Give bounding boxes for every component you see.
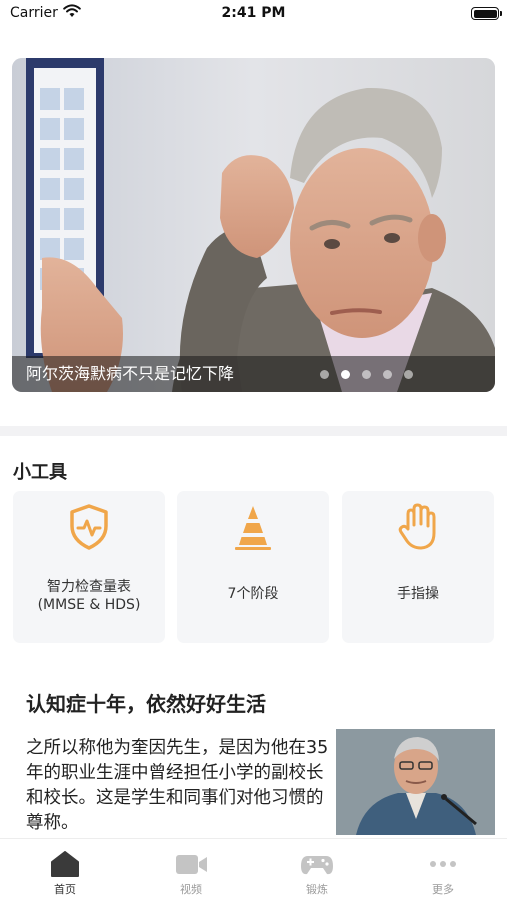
carousel-dot-1[interactable] xyxy=(320,370,329,379)
carousel-dot-5[interactable] xyxy=(404,370,413,379)
tab-home[interactable]: 首页 xyxy=(2,839,128,900)
tab-exercise[interactable]: 锻炼 xyxy=(254,839,380,900)
tab-label: 更多 xyxy=(432,883,454,896)
tab-label: 锻炼 xyxy=(306,883,328,896)
tools-section-title: 小工具 xyxy=(13,462,67,483)
status-bar: Carrier 2:41 PM xyxy=(0,0,507,26)
section-divider xyxy=(0,426,507,436)
tool-label-line2: (MMSE & HDS) xyxy=(37,597,141,613)
home-icon xyxy=(51,851,79,877)
tool-label-line1: 智力检查量表 xyxy=(47,579,131,595)
banner-photo xyxy=(12,58,495,392)
banner-carousel[interactable]: 阿尔茨海默病不只是记忆下降 xyxy=(12,58,495,392)
article-body[interactable]: 之所以称他为奎因先生，是因为他在35年的职业生涯中曾经担任小学的副校长和校长。这… xyxy=(26,736,331,836)
battery-icon xyxy=(471,7,502,20)
video-camera-icon xyxy=(176,855,207,874)
article-thumbnail[interactable] xyxy=(336,729,495,835)
tool-card-7-stages[interactable]: 7个阶段 xyxy=(177,491,329,643)
tool-card-mmse-hds[interactable]: 智力检查量表 (MMSE & HDS) xyxy=(13,491,165,643)
banner-caption: 阿尔茨海默病不只是记忆下降 xyxy=(26,364,235,383)
tab-video[interactable]: 视频 xyxy=(128,839,254,900)
article-title[interactable]: 认知症十年，依然好好生活 xyxy=(26,688,266,717)
tab-label: 首页 xyxy=(54,883,76,896)
tab-label: 视频 xyxy=(180,883,202,896)
carousel-page-indicator[interactable] xyxy=(320,370,413,379)
shield-pulse-icon xyxy=(70,504,108,550)
hand-icon xyxy=(398,503,436,550)
more-dots-icon xyxy=(430,861,456,867)
tab-more[interactable]: 更多 xyxy=(380,839,506,900)
carousel-dot-2[interactable] xyxy=(341,370,350,379)
carousel-dot-3[interactable] xyxy=(362,370,371,379)
cone-stages-icon xyxy=(235,506,271,550)
tool-card-finger-exercise[interactable]: 手指操 xyxy=(342,491,494,643)
speaker-photo xyxy=(336,729,495,835)
gamepad-icon xyxy=(301,856,333,875)
carousel-dot-4[interactable] xyxy=(383,370,392,379)
tool-label: 7个阶段 xyxy=(227,586,279,602)
clock-time: 2:41 PM xyxy=(221,5,286,21)
tool-label: 手指操 xyxy=(397,586,439,602)
bottom-tab-bar: 首页 视频 锻炼 更多 xyxy=(0,838,507,900)
